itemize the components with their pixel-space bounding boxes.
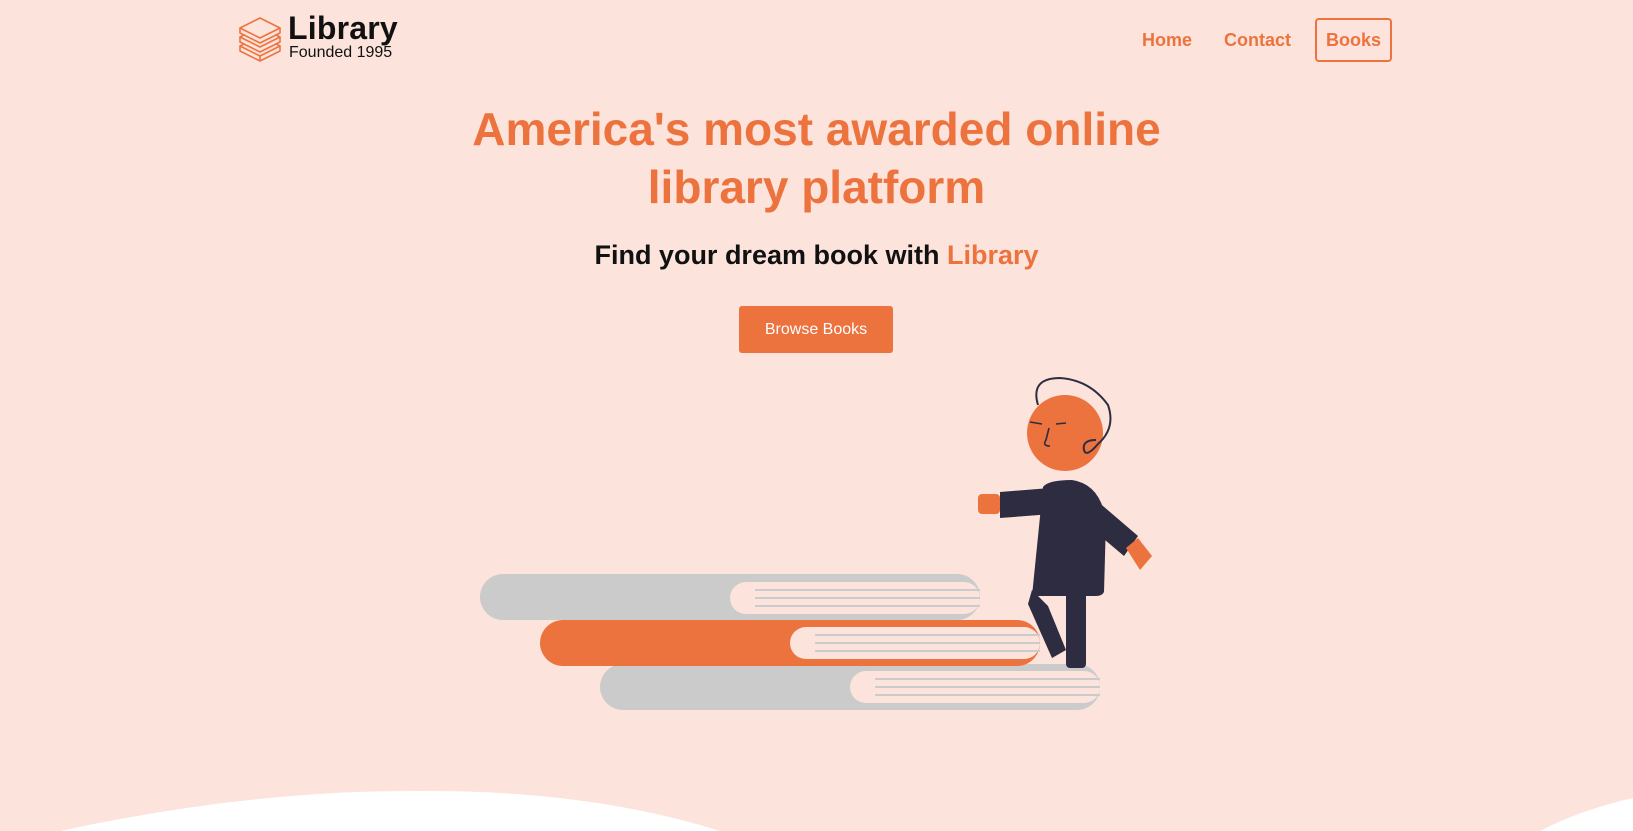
hero-subtitle-text: Find your dream book with <box>594 240 947 270</box>
nav-link-books[interactable]: Books <box>1314 18 1392 62</box>
hero-title-line-1: America's most awarded online <box>472 103 1161 155</box>
main-nav: Home Contact Books <box>1142 18 1392 62</box>
brand-logo[interactable]: Library Founded 1995 <box>238 10 418 66</box>
top-navigation-bar: Library Founded 1995 Home Contact Books <box>0 0 1633 80</box>
book-stack <box>480 574 1100 710</box>
brand-tagline: Founded 1995 <box>289 44 393 61</box>
brand-name: Library <box>288 10 398 46</box>
hero-subtitle: Find your dream book with Library <box>0 240 1633 271</box>
person-walking-on-books-illustration <box>480 376 1152 710</box>
bottom-wave-divider <box>60 790 1633 831</box>
hero-title: America's most awarded online library pl… <box>0 100 1633 216</box>
nav-link-home[interactable]: Home <box>1142 30 1192 50</box>
stacked-books-icon <box>239 17 281 62</box>
browse-books-button[interactable]: Browse Books <box>739 306 893 353</box>
book-top <box>480 574 980 620</box>
book-bottom <box>600 664 1100 710</box>
hero-subtitle-brand: Library <box>946 240 1039 270</box>
nav-link-contact[interactable]: Contact <box>1224 30 1291 50</box>
book-middle <box>540 620 1040 666</box>
hero-title-line-2: library platform <box>647 161 986 213</box>
